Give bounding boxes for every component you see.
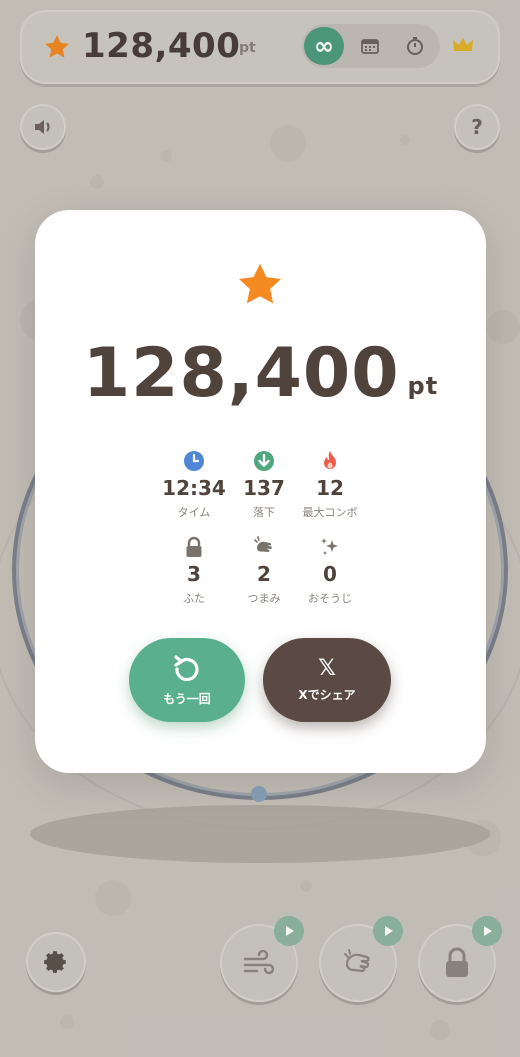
stat-max-combo-value: 12 (316, 476, 344, 500)
retry-button[interactable]: もう一回 (129, 638, 245, 722)
stat-max-combo-label: 最大コンボ (302, 506, 358, 519)
lock-icon (186, 536, 202, 557)
flame-icon (324, 451, 336, 469)
final-score: 128,400 pt (35, 334, 486, 413)
final-score-value: 128,400 (82, 334, 400, 413)
share-on-x-button[interactable]: 𝕏 Xでシェア (263, 638, 391, 722)
stat-cleanups-label: おそうじ (308, 592, 352, 605)
stat-cleanups-value: 0 (323, 562, 337, 586)
share-label: Xでシェア (298, 687, 356, 702)
restart-icon (174, 654, 199, 681)
clock-icon (184, 451, 204, 471)
result-dialog: 128,400 pt 12:34 タイム 137 落下 12 最大コンボ 3 ふた (35, 210, 486, 773)
x-logo-icon: 𝕏 (318, 655, 336, 681)
final-score-unit: pt (407, 372, 439, 400)
down-arrow-icon (254, 451, 274, 471)
pinch-hand-icon (254, 536, 272, 552)
retry-label: もう一回 (163, 691, 211, 706)
sparkle-icon (321, 538, 338, 555)
stat-max-combo: 12 最大コンボ (275, 450, 385, 520)
star-icon (238, 263, 282, 304)
stat-cleanups: 0 おそうじ (275, 536, 385, 606)
